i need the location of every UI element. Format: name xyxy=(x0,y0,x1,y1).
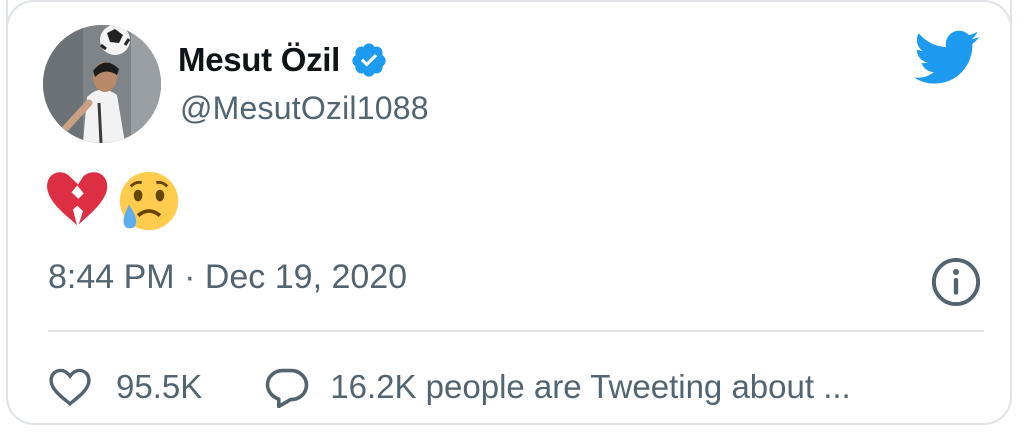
tweet-card[interactable]: Mesut Özil @MesutOzil1088 8:44 PM · Dec … xyxy=(6,0,1012,425)
twitter-bird-icon[interactable] xyxy=(914,30,980,86)
broken-heart-icon xyxy=(47,172,108,226)
tweet-actions: 95.5K 16.2K people are Tweeting about ..… xyxy=(48,362,851,412)
tweet-timestamp[interactable]: 8:44 PM · Dec 19, 2020 xyxy=(48,258,407,297)
heart-outline-icon[interactable] xyxy=(48,367,92,407)
speech-bubble-icon[interactable] xyxy=(264,366,310,408)
display-name[interactable]: Mesut Özil xyxy=(178,41,340,79)
like-count: 95.5K xyxy=(116,368,203,405)
tweeting-about-text[interactable]: 16.2K people are Tweeting about ... xyxy=(330,368,850,406)
author-name-row[interactable]: Mesut Özil xyxy=(178,38,388,82)
author-handle[interactable]: @MesutOzil1088 xyxy=(180,90,429,127)
tweet-text xyxy=(46,170,182,232)
crying-face-icon xyxy=(119,171,179,231)
divider xyxy=(48,330,984,332)
like-action[interactable]: 95.5K xyxy=(48,367,202,407)
tweeting-about-action[interactable]: 16.2K people are Tweeting about ... xyxy=(264,366,851,408)
verified-badge-icon xyxy=(352,43,386,77)
avatar[interactable] xyxy=(43,25,161,143)
info-icon[interactable] xyxy=(930,256,982,308)
